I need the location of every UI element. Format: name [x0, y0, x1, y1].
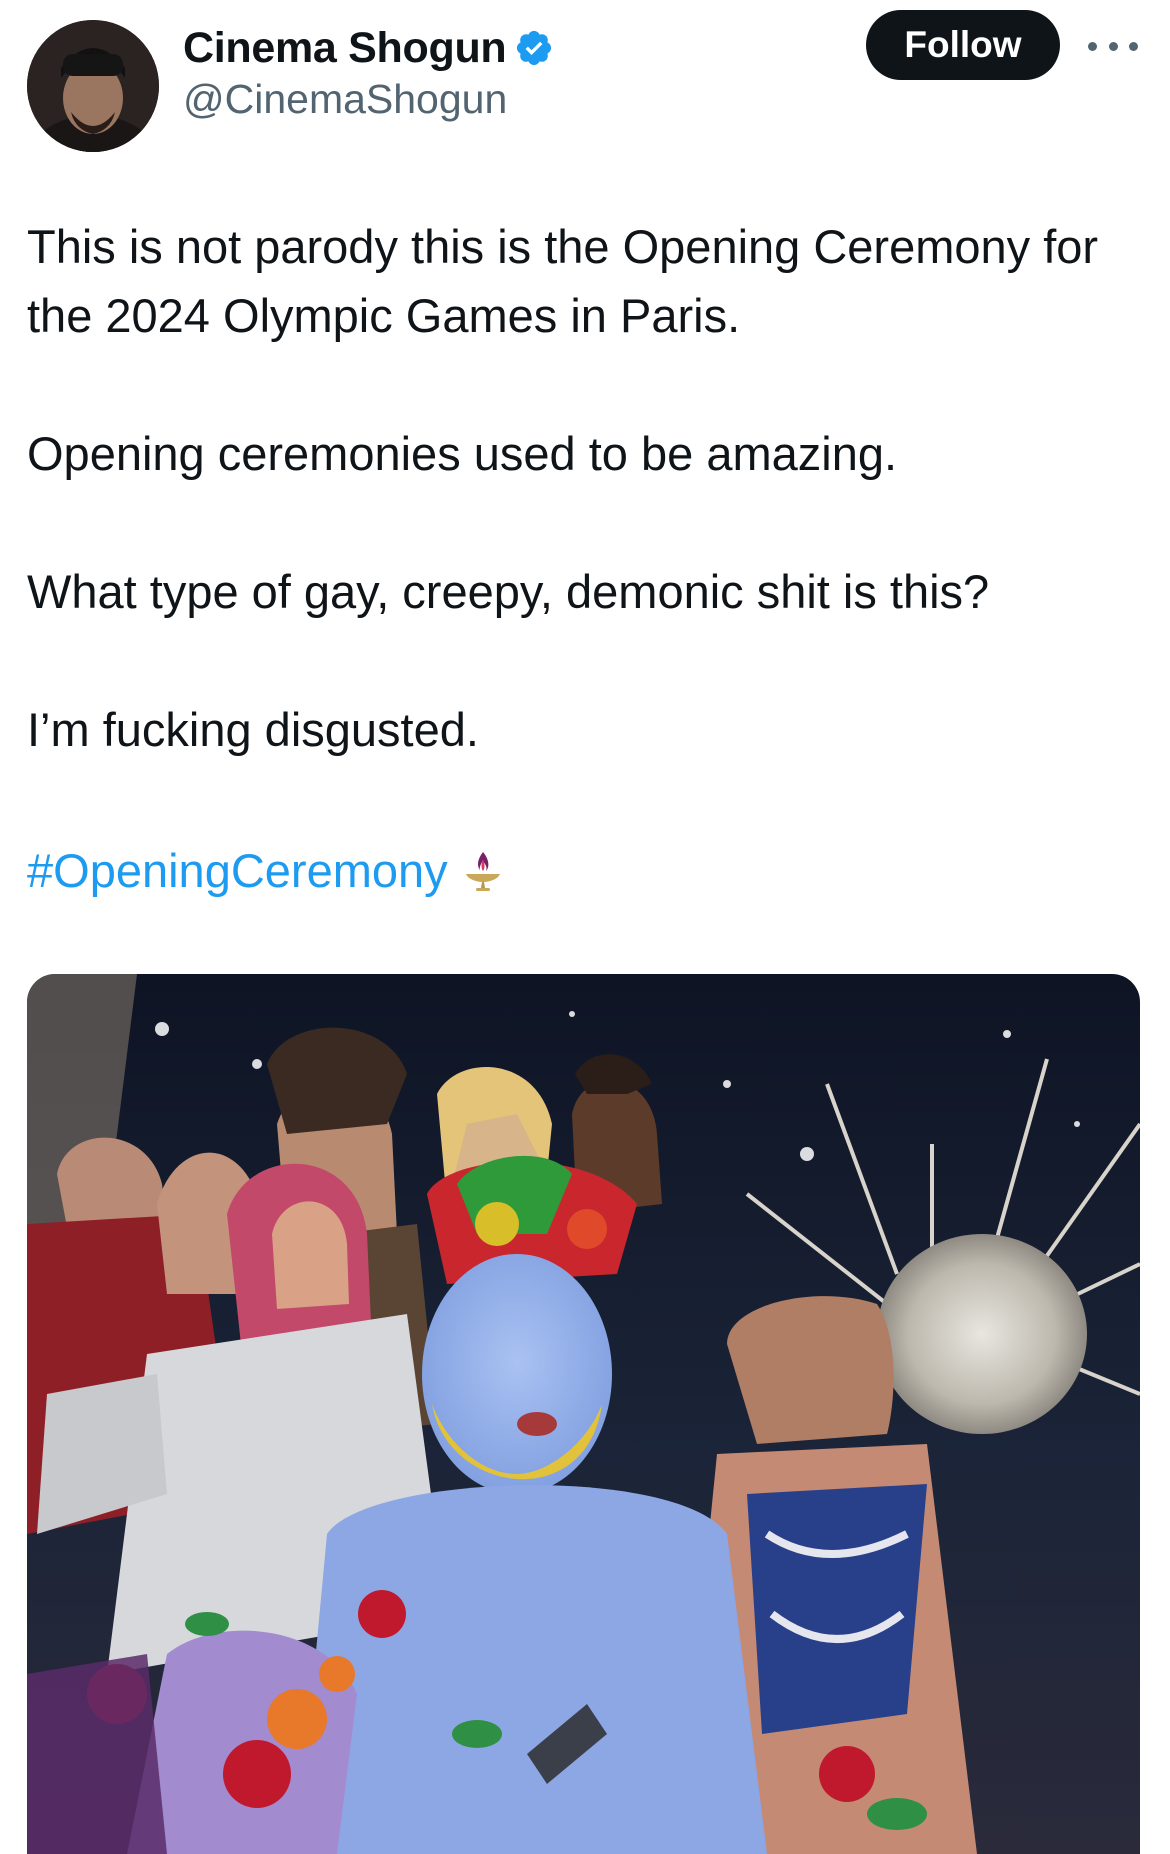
tweet-paragraph: What type of gay, creepy, demonic shit i… [27, 565, 990, 618]
tweet-card: Cinema Shogun @CinemaShogun Follow This … [0, 0, 1170, 1854]
follow-button[interactable]: Follow [866, 10, 1060, 80]
tweet-paragraph: Opening ceremonies used to be amazing. [27, 427, 898, 480]
tweet-text: This is not parody this is the Opening C… [27, 212, 1147, 833]
more-dot [1129, 41, 1138, 51]
olympic-torch-icon [465, 851, 500, 891]
tweet-media-image[interactable] [27, 974, 1140, 1854]
more-options-icon[interactable] [1088, 28, 1138, 64]
more-dot [1108, 41, 1118, 51]
hashtag-row: #OpeningCeremony [27, 836, 508, 905]
photo-icon [27, 974, 1140, 1854]
tweet-paragraph: This is not parody this is the Opening C… [27, 220, 1099, 342]
author-display-name[interactable]: Cinema Shogun [183, 24, 507, 73]
author-name-row: Cinema Shogun [183, 22, 554, 74]
tweet-paragraph: I’m fucking disgusted. [27, 703, 479, 756]
author-avatar[interactable] [27, 20, 159, 152]
author-handle[interactable]: @CinemaShogun [183, 76, 507, 123]
more-dot [1088, 41, 1097, 51]
avatar-image [27, 20, 159, 152]
hashtag-link[interactable]: #OpeningCeremony [27, 843, 448, 898]
verified-badge-icon [517, 30, 552, 66]
